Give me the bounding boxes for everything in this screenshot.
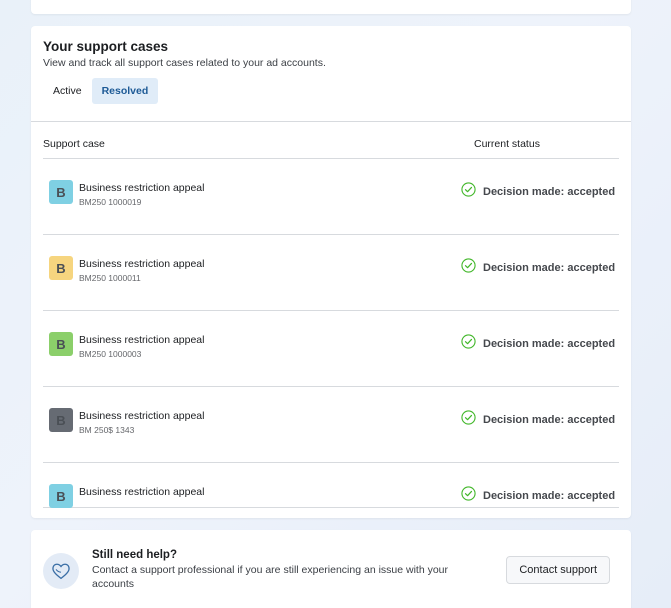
business-avatar: B [49,180,73,204]
case-info: B Business restriction appeal BM250 100001… [43,180,204,208]
check-circle-icon [461,334,483,354]
case-status: Decision made: accepted [461,256,619,278]
case-text: Business restriction appeal BM 250$ 1343 [79,408,204,436]
case-id: BM250 1000011 [79,273,141,283]
check-circle-icon [461,182,483,202]
help-title: Still need help? [92,549,177,561]
business-avatar: B [49,408,73,432]
check-circle-icon [461,410,483,430]
case-text: Business restriction appeal BM250 1000003 [79,332,204,360]
support-cases-header: Your support cases View and track all su… [31,26,631,122]
help-card: Still need help? Contact a support profe… [31,530,631,608]
case-info: B Business restriction appeal BM 250$ 1343 [43,408,204,436]
case-info: B Business restriction appeal [43,484,204,508]
check-circle-icon [461,486,483,506]
table-row[interactable]: B Business restriction appeal BM250 100001… [43,159,619,235]
case-status: Decision made: accepted [461,332,619,354]
check-circle-icon [461,258,483,278]
table-row[interactable]: B Business restriction appeal Decision mad… [43,463,619,508]
case-status: Decision made: accepted [461,484,619,506]
table-header: Support case Current status [43,122,619,159]
case-id: BM250 1000003 [79,349,142,359]
status-text: Decision made: accepted [483,186,616,198]
column-header-status: Current status [474,138,540,150]
status-text: Decision made: accepted [483,262,616,274]
case-title: Business restriction appeal [79,258,205,270]
case-title: Business restriction appeal [79,182,205,194]
table-row[interactable]: B Business restriction appeal BM250 100000… [43,311,619,387]
case-text: Business restriction appeal BM250 1000019 [79,180,204,208]
table-row[interactable]: B Business restriction appeal BM250 100001… [43,235,619,311]
case-title: Business restriction appeal [79,334,205,346]
business-avatar: B [49,256,73,280]
tab-active[interactable]: Active [43,78,92,104]
contact-support-button[interactable]: Contact support [506,556,610,584]
case-status: Decision made: accepted [461,180,619,202]
status-text: Decision made: accepted [483,490,616,502]
page-title: Your support cases [43,39,169,54]
table-row[interactable]: B Business restriction appeal BM 250$ 1343… [43,387,619,463]
help-text: Still need help? Contact a support profe… [92,548,506,591]
previous-card [31,0,631,14]
column-header-case: Support case [43,138,105,150]
case-id: BM 250$ 1343 [79,425,135,435]
status-text: Decision made: accepted [483,338,616,350]
case-text: Business restriction appeal BM250 1000011 [79,256,204,284]
help-description: Contact a support professional if you ar… [92,564,449,590]
support-cases-table: Support case Current status B Business re… [31,122,631,508]
case-tabs: Active Resolved [43,78,619,104]
case-id: BM250 1000019 [79,197,142,207]
case-info: B Business restriction appeal BM250 100001… [43,256,204,284]
page-subtitle: View and track all support cases related… [43,57,326,69]
case-title: Business restriction appeal [79,486,205,498]
case-title: Business restriction appeal [79,410,205,422]
support-cases-card: Your support cases View and track all su… [31,26,631,518]
case-info: B Business restriction appeal BM250 100000… [43,332,204,360]
business-avatar: B [49,332,73,356]
business-avatar: B [49,484,73,508]
case-status: Decision made: accepted [461,408,619,430]
status-text: Decision made: accepted [483,414,616,426]
tab-resolved[interactable]: Resolved [91,78,159,104]
case-text: Business restriction appeal [79,484,204,500]
heart-icon [43,553,79,589]
